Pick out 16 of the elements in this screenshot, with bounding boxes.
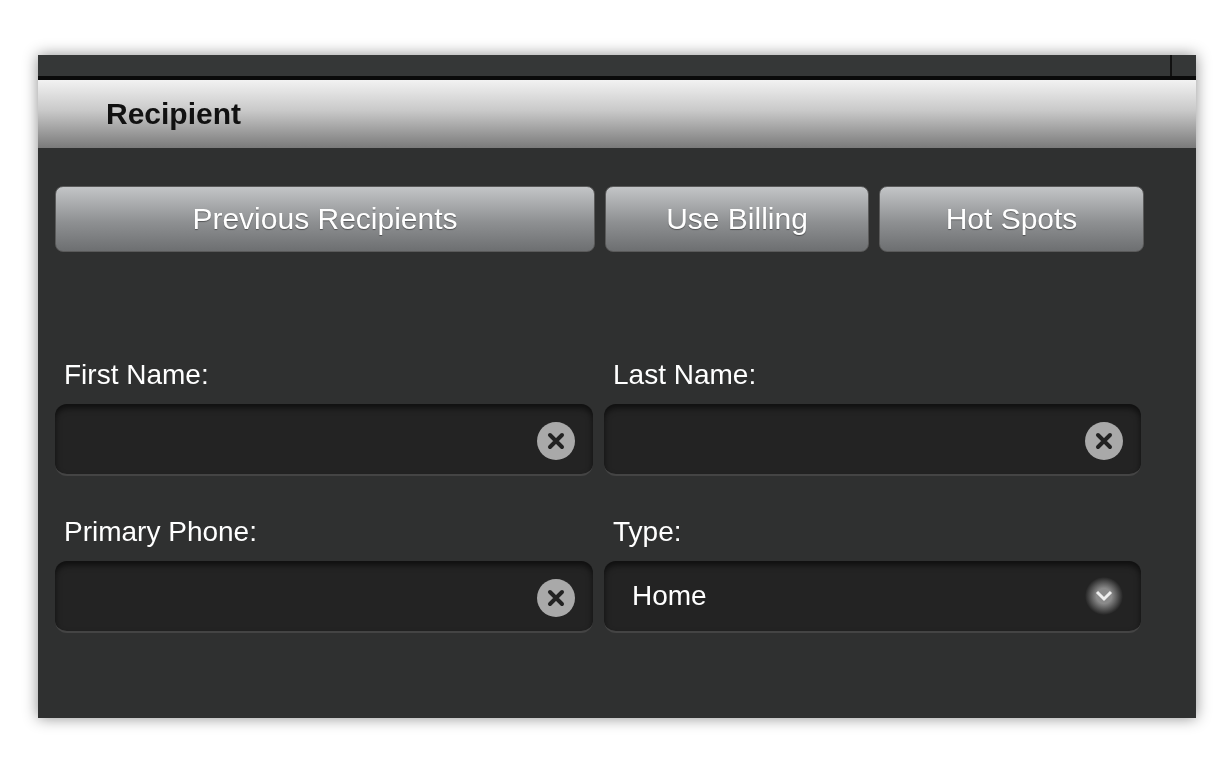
clear-icon[interactable] (537, 579, 575, 617)
type-dropdown[interactable]: Home (604, 561, 1141, 633)
action-button[interactable]: Previous Recipients (55, 186, 595, 252)
clear-icon[interactable] (537, 422, 575, 460)
clear-icon[interactable] (1085, 422, 1123, 460)
section-title: Recipient (106, 97, 242, 131)
field-label: First Name: (64, 359, 210, 391)
field-label: Last Name: (613, 359, 758, 391)
field-label: Type: (613, 516, 683, 548)
text-field[interactable] (55, 561, 593, 633)
text-field[interactable] (604, 404, 1141, 476)
field-label: Primary Phone: (64, 516, 258, 548)
action-button[interactable]: Use Billing (605, 186, 869, 252)
text-field[interactable] (55, 404, 593, 476)
action-button[interactable]: Hot Spots (879, 186, 1144, 252)
chevron-down-icon (1085, 577, 1123, 615)
